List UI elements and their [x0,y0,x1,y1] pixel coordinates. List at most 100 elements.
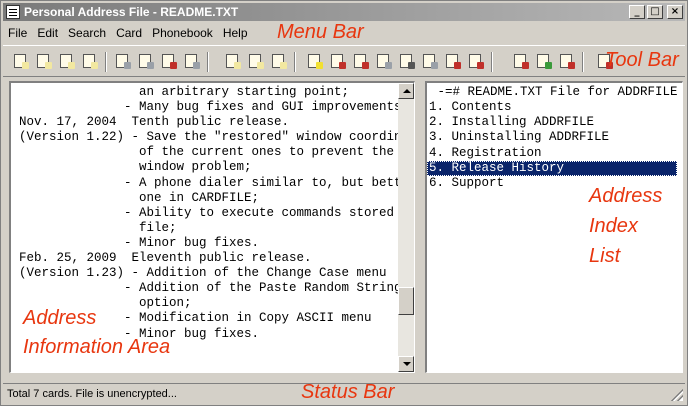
annotation-tool-bar: Tool Bar [605,49,679,71]
status-text: Total 7 cards. File is unencrypted... [7,388,177,400]
toolbar-separator [582,52,584,72]
info-line: Nov. 17, 2004 Tenth public release. [19,115,290,130]
save-button[interactable] [57,52,75,70]
annotation-address-index-list: Address Index List [589,181,662,271]
toolbar-separator [207,52,209,72]
save-as-button[interactable] [80,52,98,70]
info-line: window problem; [19,160,252,175]
open-accent-icon [45,62,52,69]
scroll-thumb[interactable] [398,286,414,315]
resize-grip-icon[interactable] [671,389,683,401]
index-item[interactable]: 5. Release History [427,160,677,176]
index-item[interactable]: 1. Contents [427,100,677,115]
mark-accent-icon [477,62,484,69]
sort-accent-icon [339,62,346,69]
copy-button[interactable] [136,52,154,70]
toolbar-separator [294,52,296,72]
arrow-down-icon [403,362,411,366]
info-line: file; [19,220,177,235]
info-line: - Addition of the Paste Random String [19,281,399,296]
index-item[interactable]: 2. Installing ADDRFILE [427,115,677,130]
print-preview-accent-icon [431,62,438,69]
delete-card-button[interactable] [269,52,287,70]
save-accent-icon [68,62,75,69]
app-icon[interactable] [6,5,20,19]
cut-button[interactable] [113,52,131,70]
help-topics-accent-icon [522,62,529,69]
scroll-up-button[interactable] [398,83,414,99]
index-item[interactable]: 3. Uninstalling ADDRFILE [427,130,677,145]
restore-button[interactable] [374,52,392,70]
index-header: -=# README.TXT File for ADDRFILE [430,85,678,99]
previous-card-accent-icon [568,62,575,69]
paste-accent-icon [170,62,177,69]
close-button[interactable]: × [667,5,683,19]
dial-button[interactable] [443,52,461,70]
find-button[interactable] [351,52,369,70]
sort-button[interactable] [328,52,346,70]
help-topics-button[interactable] [511,52,529,70]
save-as-accent-icon [91,62,98,69]
info-line: an arbitrary starting point; [19,85,350,99]
copy-accent-icon [147,62,154,69]
annotation-line: List [589,245,621,267]
open-button[interactable] [34,52,52,70]
info-line: one in CARDFILE; [19,190,260,205]
menu-card[interactable]: Card [111,26,147,40]
annotation-status-bar: Status Bar [301,381,395,403]
info-line: - A phone dialer similar to, but better … [124,175,399,190]
info-line: - Ability to execute commands stored in [19,205,399,220]
print-preview-button[interactable] [420,52,438,70]
add-card-accent-icon [234,62,241,69]
annotation-line: Address [23,307,97,329]
annotation-menu-bar: Menu Bar [277,21,364,43]
toolbar-separator [105,52,107,72]
annotation-address-information-area: Address Information Area [23,304,170,362]
index-items: 1. Contents 2. Installing ADDRFILE 3. Unin… [427,100,677,191]
duplicate-card-accent-icon [257,62,264,69]
maximize-button[interactable]: □ [647,5,663,19]
dial-accent-icon [454,62,461,69]
previous-card-button[interactable] [557,52,575,70]
add-card-button[interactable] [223,52,241,70]
title-bar[interactable]: Personal Address File - README.TXT _ □ × [3,3,685,21]
restore-accent-icon [385,62,392,69]
menu-help[interactable]: Help [218,26,253,40]
info-scrollbar[interactable] [398,83,414,372]
index-accent-icon [316,62,323,69]
toolbar-separator [491,52,493,72]
menu-file[interactable]: File [3,26,32,40]
new-button[interactable] [11,52,29,70]
annotation-line: Index [589,215,638,237]
window-title: Personal Address File - README.TXT [24,5,239,19]
annotation-line: Information Area [23,336,171,358]
next-card-accent-icon [545,62,552,69]
new-accent-icon [22,62,29,69]
main-window: Personal Address File - README.TXT _ □ ×… [0,0,688,406]
mark-button[interactable] [466,52,484,70]
delete-card-accent-icon [280,62,287,69]
cut-accent-icon [124,62,131,69]
annotation-line: Address [589,185,663,207]
paste-button[interactable] [159,52,177,70]
next-card-button[interactable] [534,52,552,70]
menu-phonebook[interactable]: Phonebook [147,26,218,40]
index-button[interactable] [305,52,323,70]
print-accent-icon [408,62,415,69]
menu-search[interactable]: Search [63,26,111,40]
info-line: (Version 1.23) - Addition of the Change … [19,266,387,281]
duplicate-card-button[interactable] [246,52,264,70]
info-line: Feb. 25, 2009 Eleventh public release. [19,251,312,266]
minimize-button[interactable]: _ [629,5,645,19]
tool-bar [3,45,685,77]
clear-accent-icon [193,62,200,69]
scroll-down-button[interactable] [398,356,414,372]
print-button[interactable] [397,52,415,70]
clear-button[interactable] [182,52,200,70]
window-controls: _ □ × [629,5,683,19]
menu-edit[interactable]: Edit [32,26,63,40]
info-line: of the current ones to prevent the [19,145,395,160]
find-accent-icon [362,62,369,69]
info-line: - Many bug fixes and GUI improvements. [19,100,399,115]
index-item[interactable]: 4. Registration [427,146,677,161]
